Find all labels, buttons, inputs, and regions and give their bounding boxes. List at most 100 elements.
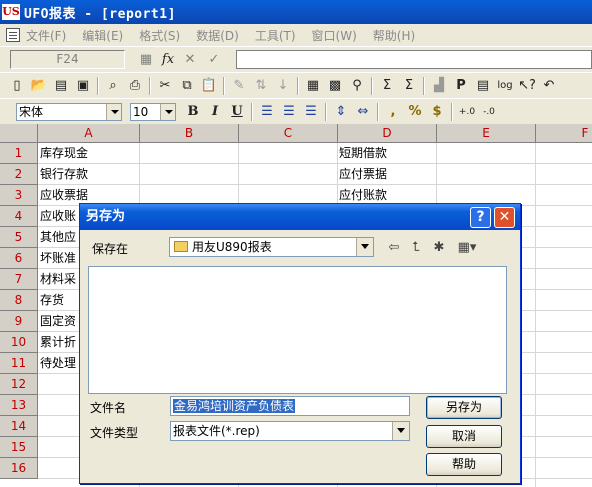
document-icon[interactable]: ▤: [50, 75, 72, 97]
new-folder-icon[interactable]: ✱: [429, 239, 449, 257]
row-header[interactable]: 9: [0, 311, 38, 332]
undo-icon[interactable]: ↶: [538, 75, 560, 97]
percent-style-button[interactable]: %: [404, 101, 426, 123]
row-header[interactable]: 14: [0, 416, 38, 437]
copy-icon[interactable]: ⧉: [176, 75, 198, 97]
column-header-c[interactable]: C: [239, 124, 338, 143]
cut-icon[interactable]: ✂: [154, 75, 176, 97]
column-header-f[interactable]: F: [536, 124, 592, 143]
row-header[interactable]: 7: [0, 269, 38, 290]
chevron-down-icon[interactable]: [160, 103, 175, 120]
menu-window[interactable]: 窗口(W): [312, 27, 357, 44]
sort-descending-icon[interactable]: ↓: [272, 75, 294, 97]
help-button[interactable]: 帮助: [426, 453, 502, 476]
save-in-select[interactable]: 用友U890报表: [169, 237, 374, 257]
help-icon[interactable]: ?: [470, 207, 491, 228]
row-header[interactable]: 10: [0, 332, 38, 353]
column-header-d[interactable]: D: [338, 124, 437, 143]
underline-button[interactable]: U: [226, 101, 248, 123]
cell-reference-box[interactable]: F24: [10, 50, 125, 69]
menu-data[interactable]: 数据(D): [196, 27, 239, 44]
row-header[interactable]: 12: [0, 374, 38, 395]
align-center-icon[interactable]: ☰: [278, 101, 300, 123]
font-size-select[interactable]: 10: [130, 102, 176, 121]
filetype-label: 文件类型: [90, 426, 139, 440]
open-folder-icon[interactable]: 📂: [28, 75, 50, 97]
new-file-icon[interactable]: ▯: [6, 75, 28, 97]
filetype-select[interactable]: 报表文件(*.rep): [170, 421, 410, 441]
menu-edit[interactable]: 编辑(E): [82, 27, 123, 44]
cell-d2[interactable]: 应付票据: [339, 164, 435, 185]
file-list[interactable]: [88, 266, 507, 394]
formula-input[interactable]: [236, 50, 592, 69]
title-bar: US UFO报表 - [report1]: [0, 0, 592, 24]
menu-tools[interactable]: 工具(T): [255, 27, 296, 44]
cancel-button[interactable]: 取消: [426, 425, 502, 448]
close-icon[interactable]: ✕: [494, 207, 515, 228]
row-header[interactable]: 6: [0, 248, 38, 269]
bold-button[interactable]: B: [182, 101, 204, 123]
view-menu-icon[interactable]: ▦▾: [453, 239, 481, 257]
accept-formula-icon[interactable]: ✓: [204, 50, 224, 69]
sum-icon[interactable]: Σ: [376, 75, 398, 97]
filename-input[interactable]: 金易鸿培训资产负债表: [170, 396, 410, 416]
comma-style-button[interactable]: ,: [382, 101, 404, 123]
select-all-corner[interactable]: [0, 124, 38, 143]
format-painter-icon[interactable]: ✎: [228, 75, 250, 97]
back-arrow-icon[interactable]: ⇦: [384, 239, 404, 257]
italic-button[interactable]: I: [204, 101, 226, 123]
font-select[interactable]: 宋体: [16, 102, 122, 121]
menu-file[interactable]: 文件(F): [26, 27, 66, 44]
cell-d1[interactable]: 短期借款: [339, 143, 435, 164]
row-header[interactable]: 3: [0, 185, 38, 206]
sum-calc-icon[interactable]: Σ: [398, 75, 420, 97]
currency-style-button[interactable]: $: [426, 101, 448, 123]
decrease-decimal-button[interactable]: -.0: [478, 101, 500, 123]
row-header[interactable]: 5: [0, 227, 38, 248]
save-as-button[interactable]: 另存为: [426, 396, 502, 419]
align-left-icon[interactable]: ☰: [256, 101, 278, 123]
column-header-e[interactable]: E: [437, 124, 536, 143]
print-preview-icon[interactable]: ⌕: [102, 75, 124, 97]
report-icon[interactable]: ▤: [472, 75, 494, 97]
cell-a2[interactable]: 银行存款: [40, 164, 138, 185]
fx-icon[interactable]: fx: [158, 50, 178, 69]
cell-a1[interactable]: 库存现金: [40, 143, 138, 164]
vertical-align-icon[interactable]: ⇕: [330, 101, 352, 123]
paste-icon[interactable]: 📋: [198, 75, 220, 97]
insert-table-icon[interactable]: ▦: [302, 75, 324, 97]
row-header[interactable]: 2: [0, 164, 38, 185]
row-header[interactable]: 1: [0, 143, 38, 164]
row-header[interactable]: 15: [0, 437, 38, 458]
function-wizard-icon[interactable]: ▦: [136, 50, 156, 69]
grid-icon[interactable]: ▩: [324, 75, 346, 97]
find-icon[interactable]: ⚲: [346, 75, 368, 97]
increase-decimal-button[interactable]: +.0: [456, 101, 478, 123]
row-header[interactable]: 4: [0, 206, 38, 227]
document-menu-icon[interactable]: [6, 28, 20, 42]
print-icon[interactable]: ⎙: [124, 75, 146, 97]
up-folder-icon[interactable]: ⮤: [406, 239, 426, 257]
save-icon[interactable]: ▣: [72, 75, 94, 97]
horizontal-align-icon[interactable]: ⇔: [352, 101, 374, 123]
chevron-down-icon[interactable]: [392, 422, 409, 440]
menu-format[interactable]: 格式(S): [139, 27, 180, 44]
row-header[interactable]: 11: [0, 353, 38, 374]
row-header[interactable]: 8: [0, 290, 38, 311]
chevron-down-icon[interactable]: [356, 238, 373, 256]
column-header-a[interactable]: A: [38, 124, 140, 143]
row-header[interactable]: 13: [0, 395, 38, 416]
chart-icon[interactable]: ▟: [428, 75, 450, 97]
app-logo-icon: US: [2, 4, 20, 20]
log-icon[interactable]: log: [494, 75, 516, 97]
align-right-icon[interactable]: ☰: [300, 101, 322, 123]
font-size-value: 10: [133, 104, 149, 119]
p-icon[interactable]: P: [450, 75, 472, 97]
menu-help[interactable]: 帮助(H): [373, 27, 415, 44]
chevron-down-icon[interactable]: [106, 103, 121, 120]
column-header-b[interactable]: B: [140, 124, 239, 143]
cancel-formula-icon[interactable]: ✕: [180, 50, 200, 69]
help-pointer-icon[interactable]: ↖?: [516, 75, 538, 97]
sort-ascending-icon[interactable]: ⇅: [250, 75, 272, 97]
row-header[interactable]: 16: [0, 458, 38, 479]
